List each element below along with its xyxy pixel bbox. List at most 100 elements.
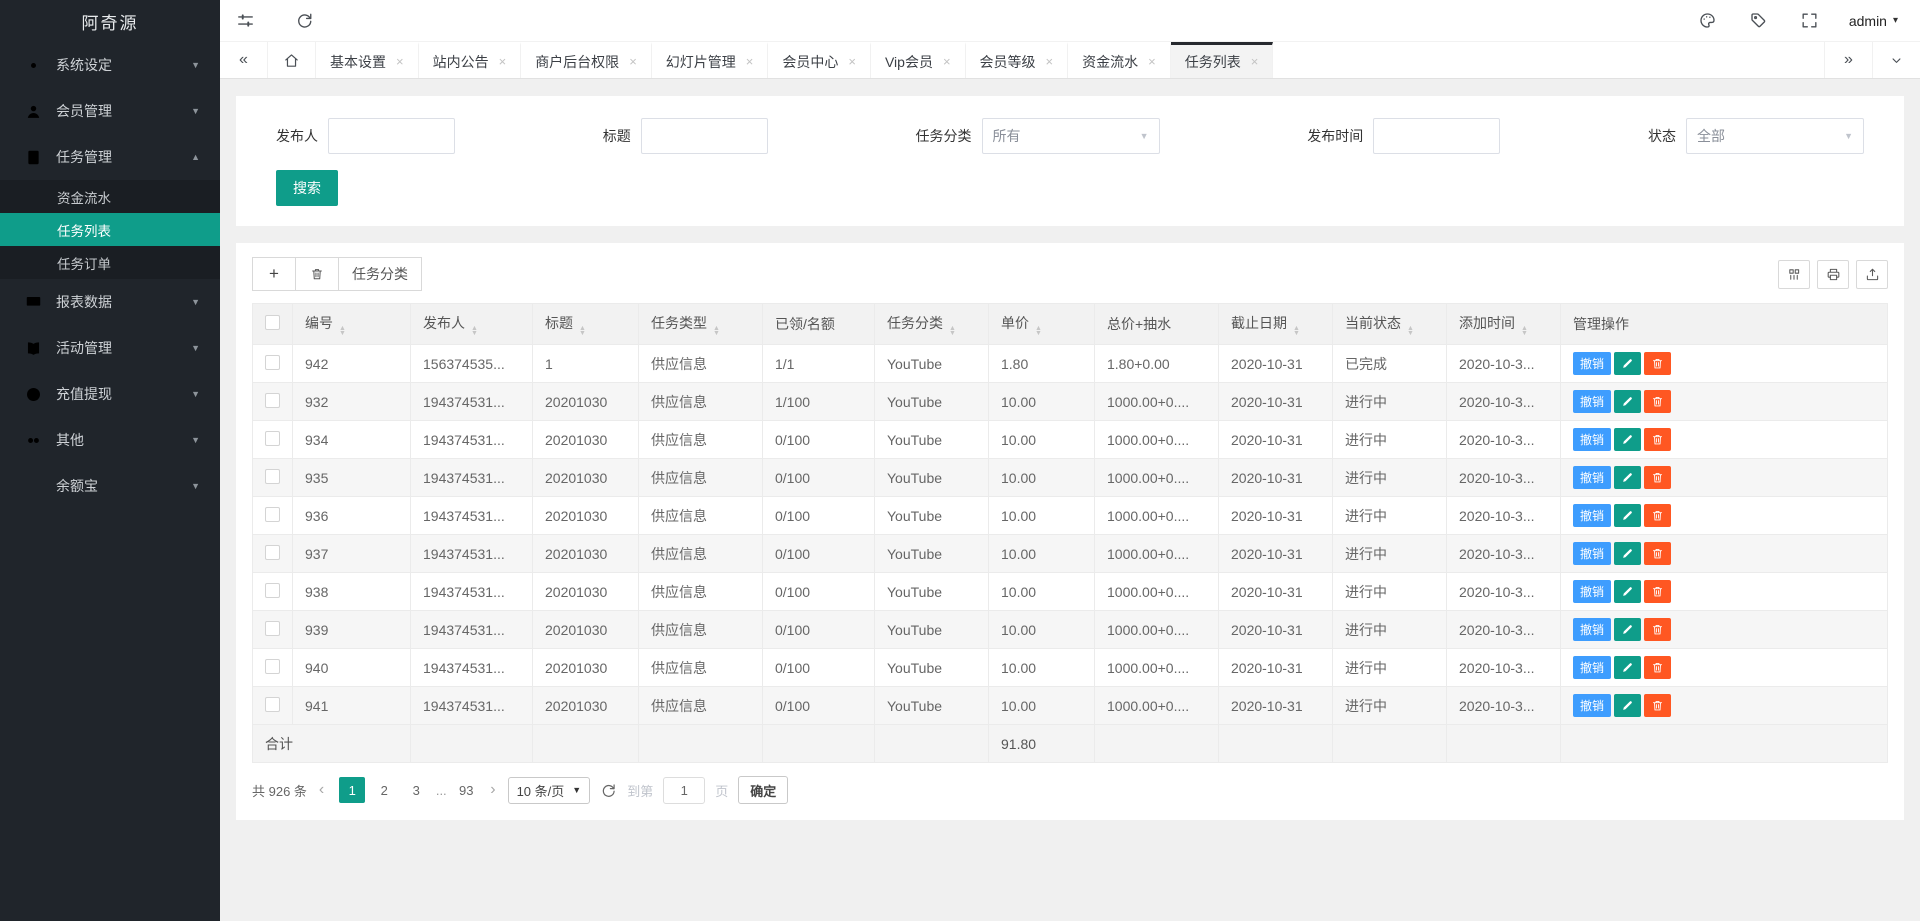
tab-item[interactable]: 商户后台权限×	[521, 42, 652, 78]
column-header[interactable]: 任务类型▲▼	[639, 304, 763, 345]
sidebar-item[interactable]: 活动管理▼	[0, 325, 220, 371]
page-button-active[interactable]: 1	[339, 777, 365, 803]
delete-row-button[interactable]	[1644, 618, 1671, 641]
edit-button[interactable]	[1614, 694, 1641, 717]
revoke-button[interactable]: 撤销	[1573, 504, 1611, 527]
select-all-checkbox[interactable]	[265, 315, 280, 330]
page-button[interactable]: 3	[403, 777, 429, 803]
field-input[interactable]	[1373, 118, 1500, 154]
sidebar-toggle-icon[interactable]	[236, 11, 255, 30]
column-header[interactable]: 发布人▲▼	[411, 304, 533, 345]
delete-row-button[interactable]	[1644, 656, 1671, 679]
sidebar-item[interactable]: 系统设定▼	[0, 42, 220, 88]
tab-item[interactable]: 会员等级×	[966, 42, 1069, 78]
close-icon[interactable]: ×	[1251, 54, 1259, 69]
task-category-button[interactable]: 任务分类	[338, 257, 422, 291]
tab-item[interactable]: 资金流水×	[1068, 42, 1171, 78]
tabs-scroll-right-button[interactable]: »	[1824, 42, 1872, 78]
row-checkbox[interactable]	[265, 583, 280, 598]
edit-button[interactable]	[1614, 466, 1641, 489]
sort-icon[interactable]: ▲▼	[579, 326, 586, 336]
revoke-button[interactable]: 撤销	[1573, 390, 1611, 413]
edit-button[interactable]	[1614, 428, 1641, 451]
tab-item[interactable]: 幻灯片管理×	[652, 42, 769, 78]
search-button[interactable]: 搜索	[276, 170, 338, 206]
page-size-select[interactable]: 10 条/页 ▼	[508, 777, 591, 804]
page-button[interactable]: 2	[371, 777, 397, 803]
revoke-button[interactable]: 撤销	[1573, 428, 1611, 451]
tab-item[interactable]: Vip会员×	[871, 42, 966, 78]
tabs-scroll-left-button[interactable]: «	[220, 42, 268, 78]
edit-button[interactable]	[1614, 656, 1641, 679]
edit-button[interactable]	[1614, 352, 1641, 375]
column-header[interactable]: 标题▲▼	[533, 304, 639, 345]
column-header[interactable]: 单价▲▼	[989, 304, 1095, 345]
field-select[interactable]: 所有▼	[982, 118, 1160, 154]
close-icon[interactable]: ×	[499, 54, 507, 69]
delete-row-button[interactable]	[1644, 390, 1671, 413]
sort-icon[interactable]: ▲▼	[1521, 326, 1528, 336]
close-icon[interactable]: ×	[943, 54, 951, 69]
close-icon[interactable]: ×	[1046, 54, 1054, 69]
revoke-button[interactable]: 撤销	[1573, 694, 1611, 717]
prev-page-button[interactable]: ‹	[317, 781, 326, 799]
revoke-button[interactable]: 撤销	[1573, 580, 1611, 603]
delete-row-button[interactable]	[1644, 466, 1671, 489]
delete-row-button[interactable]	[1644, 580, 1671, 603]
delete-row-button[interactable]	[1644, 352, 1671, 375]
row-checkbox[interactable]	[265, 697, 280, 712]
tag-icon[interactable]	[1749, 11, 1768, 30]
row-checkbox[interactable]	[265, 659, 280, 674]
sidebar-item[interactable]: 任务管理▲	[0, 134, 220, 180]
edit-button[interactable]	[1614, 542, 1641, 565]
page-button[interactable]: 93	[453, 777, 479, 803]
theme-palette-icon[interactable]	[1698, 11, 1717, 30]
column-header[interactable]: 编号▲▼	[293, 304, 411, 345]
print-button[interactable]	[1817, 260, 1849, 289]
edit-button[interactable]	[1614, 580, 1641, 603]
column-header[interactable]: 截止日期▲▼	[1219, 304, 1333, 345]
sidebar-item[interactable]: 充值提现▼	[0, 371, 220, 417]
edit-button[interactable]	[1614, 504, 1641, 527]
close-icon[interactable]: ×	[1148, 54, 1156, 69]
revoke-button[interactable]: 撤销	[1573, 542, 1611, 565]
sidebar-item[interactable]: 余额宝▼	[0, 463, 220, 509]
sort-icon[interactable]: ▲▼	[1035, 326, 1042, 336]
refresh-icon[interactable]	[295, 11, 314, 30]
delete-row-button[interactable]	[1644, 542, 1671, 565]
user-menu[interactable]: admin ▾	[1849, 13, 1898, 29]
sidebar-subitem[interactable]: 资金流水	[0, 180, 220, 213]
close-icon[interactable]: ×	[396, 54, 404, 69]
sort-icon[interactable]: ▲▼	[471, 326, 478, 336]
sort-icon[interactable]: ▲▼	[339, 326, 346, 336]
column-header[interactable]: 添加时间▲▼	[1447, 304, 1561, 345]
close-icon[interactable]: ×	[848, 54, 856, 69]
field-select[interactable]: 全部▼	[1686, 118, 1864, 154]
row-checkbox[interactable]	[265, 621, 280, 636]
row-checkbox[interactable]	[265, 507, 280, 522]
column-header[interactable]: 任务分类▲▼	[875, 304, 989, 345]
revoke-button[interactable]: 撤销	[1573, 656, 1611, 679]
row-checkbox[interactable]	[265, 393, 280, 408]
refresh-list-icon[interactable]	[600, 782, 617, 799]
edit-button[interactable]	[1614, 618, 1641, 641]
row-checkbox[interactable]	[265, 545, 280, 560]
sort-icon[interactable]: ▲▼	[1407, 326, 1414, 336]
sidebar-subitem[interactable]: 任务订单	[0, 246, 220, 279]
tab-item[interactable]: 基本设置×	[316, 42, 419, 78]
column-header[interactable]: 当前状态▲▼	[1333, 304, 1447, 345]
sidebar-item[interactable]: 会员管理▼	[0, 88, 220, 134]
delete-row-button[interactable]	[1644, 504, 1671, 527]
delete-button[interactable]	[295, 257, 339, 291]
columns-toggle-button[interactable]	[1778, 260, 1810, 289]
fullscreen-icon[interactable]	[1800, 11, 1819, 30]
row-checkbox[interactable]	[265, 431, 280, 446]
edit-button[interactable]	[1614, 390, 1641, 413]
revoke-button[interactable]: 撤销	[1573, 352, 1611, 375]
sort-icon[interactable]: ▲▼	[949, 326, 956, 336]
home-tab-button[interactable]	[268, 42, 316, 78]
field-input[interactable]	[328, 118, 455, 154]
tab-item[interactable]: 站内公告×	[419, 42, 522, 78]
sort-icon[interactable]: ▲▼	[713, 326, 720, 336]
add-button[interactable]: +	[252, 257, 296, 291]
